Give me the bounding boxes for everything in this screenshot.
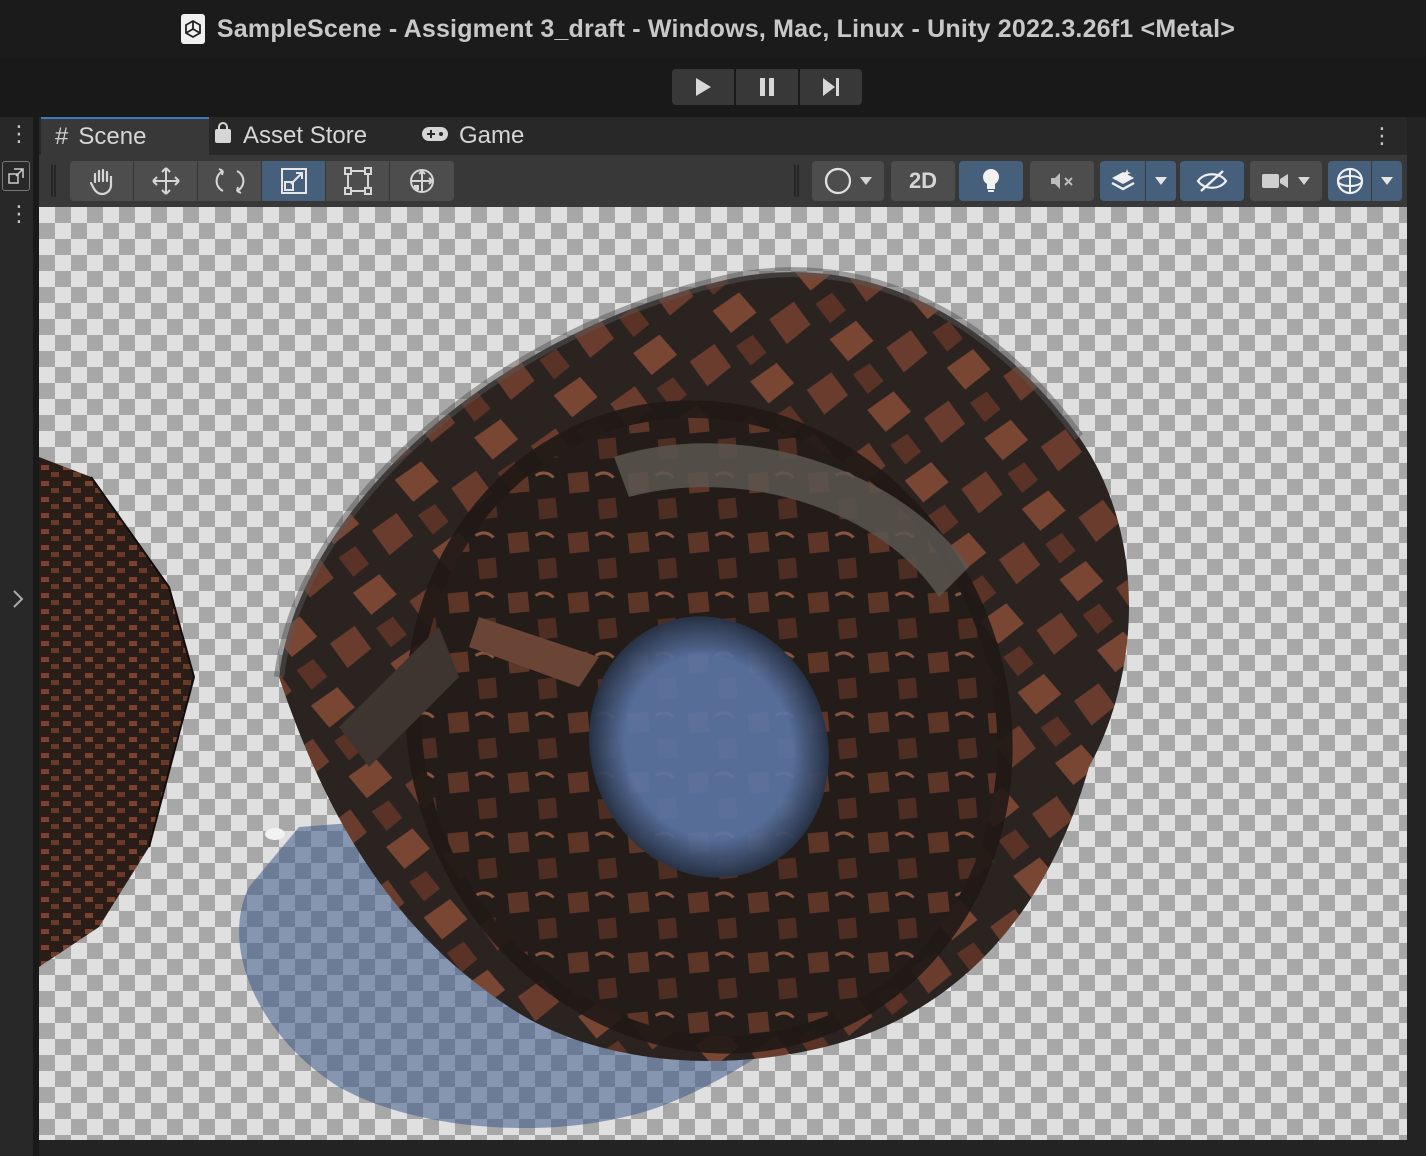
toolbar-grip[interactable] [51,165,56,197]
tab-scene-label: Scene [78,123,147,150]
gizmos-dropdown-button[interactable] [1372,161,1402,201]
left-dock-strip: ⋮ ⋮ [0,117,34,1156]
chevron-right-icon[interactable] [12,589,24,614]
gamepad-icon [421,122,449,150]
pause-icon [760,78,774,96]
grid-hash-icon: # [55,123,69,150]
effects-toggle-button[interactable] [1100,161,1146,201]
scale-tool-button[interactable] [262,161,326,201]
tab-asset-store-label: Asset Store [243,122,368,149]
scale-icon [280,168,307,194]
scene-viewport[interactable] [39,207,1407,1140]
audio-toggle-button[interactable] [1030,161,1094,201]
mute-icon [1051,173,1073,189]
visibility-group [1180,161,1244,201]
move-icon [151,167,180,195]
step-button[interactable] [800,69,862,105]
draw-mode-button[interactable] [812,161,884,201]
lighting-group [959,161,1023,201]
toolbar-grip-2[interactable] [794,165,799,197]
effects-group [1100,161,1176,201]
pause-button[interactable] [736,69,798,105]
shopping-bag-icon [213,121,233,151]
draw-mode-dropdown[interactable] [812,161,884,201]
chevron-down-icon [860,177,872,185]
camera-settings-button[interactable] [1250,161,1322,201]
right-dock-strip [1407,117,1426,1156]
toggle-2d-group: 2D [891,161,955,201]
window-title: SampleScene - Assigment 3_draft - Window… [216,14,1236,43]
tab-menu-icon[interactable]: ⋮ [1371,123,1393,149]
transform-icon [410,169,434,193]
toggle-2d-button[interactable]: 2D [891,161,955,201]
chevron-down-icon [1155,177,1167,185]
textured-cube-mesh [39,457,194,967]
maximize-button[interactable] [2,161,30,191]
audio-group [1030,161,1094,201]
maximize-icon [8,168,24,184]
chevron-down-icon [1381,177,1393,185]
unity-document-icon [180,14,205,44]
light-bulb-icon [983,169,999,192]
tab-game[interactable]: Game [421,117,524,155]
status-strip [39,1140,1407,1156]
play-icon [696,78,711,96]
effects-layers-icon [1110,169,1135,191]
shaded-sphere-icon [824,167,852,195]
gizmos-group [1328,161,1402,201]
play-button[interactable] [672,69,734,105]
light-gizmo [265,828,285,840]
rect-tool-button[interactable] [326,161,390,201]
tab-game-label: Game [459,122,525,149]
gizmo-globe-icon [1336,167,1363,195]
play-controls [672,69,862,105]
scene-visibility-button[interactable] [1180,161,1244,201]
effects-dropdown-button[interactable] [1146,161,1176,201]
more-options-icon-2[interactable]: ⋮ [8,203,30,225]
rotate-tool-button[interactable] [198,161,262,201]
transform-tools [70,161,454,201]
more-options-icon[interactable]: ⋮ [8,123,30,145]
camera-icon [1262,174,1288,188]
hand-icon [89,168,112,196]
window-titlebar: SampleScene - Assigment 3_draft - Window… [0,0,1426,58]
tab-asset-store[interactable]: Asset Store [213,117,367,155]
editor-tabbar: # Scene Asset Store Game ⋮ [39,117,1407,155]
move-tool-button[interactable] [134,161,198,201]
rect-transform-icon [343,167,372,195]
tab-scene[interactable]: # Scene [41,117,209,155]
scene-render [39,267,1129,1129]
scene-toolbar: 2D [39,155,1407,208]
chevron-down-icon [1298,177,1310,185]
camera-group [1250,161,1322,201]
gizmos-toggle-button[interactable] [1328,161,1372,201]
rotate-icon [215,168,244,194]
step-icon [823,78,839,96]
eye-slash-icon [1196,170,1228,192]
toggle-2d-label: 2D [908,168,938,193]
transform-tool-button[interactable] [390,161,454,201]
hand-tool-button[interactable] [70,161,134,201]
lighting-toggle-button[interactable] [959,161,1023,201]
